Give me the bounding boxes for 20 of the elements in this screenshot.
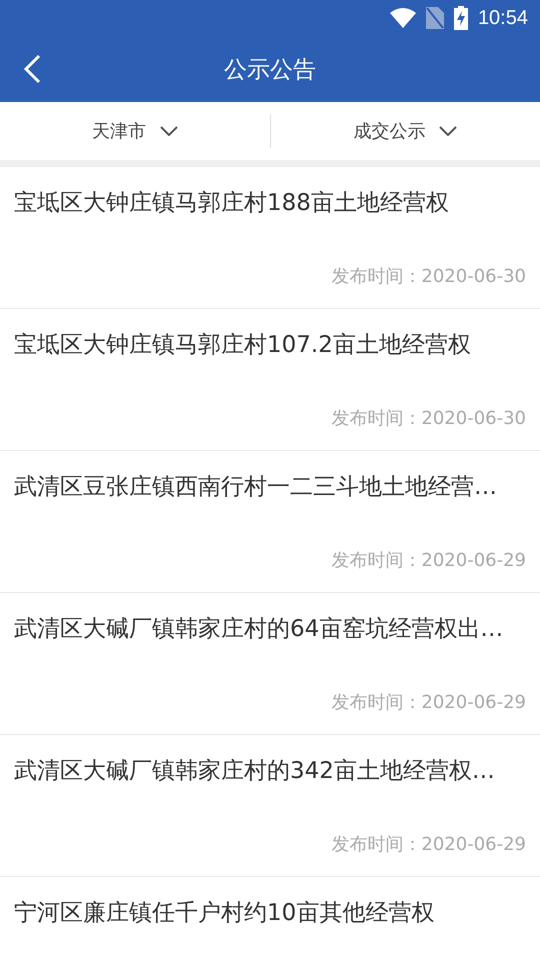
no-sim-icon [426, 7, 444, 29]
publish-date: 发布时间：2020-06-30 [331, 265, 526, 288]
notice-title[interactable]: 武清区大碱厂镇韩家庄村的64亩窑坑经营权出… [14, 613, 526, 644]
publish-date: 发布时间：2020-06-29 [331, 549, 526, 572]
publish-date: 发布时间：2020-06-29 [331, 833, 526, 856]
notice-title[interactable]: 宝坻区大钟庄镇马郭庄村107.2亩土地经营权 [14, 329, 526, 360]
notice-title[interactable]: 武清区大碱厂镇韩家庄村的342亩土地经营权… [14, 755, 526, 786]
chevron-down-icon [439, 126, 458, 136]
status-time: 10:54 [478, 6, 528, 30]
filter-dropdown[interactable]: 天津市 [0, 102, 270, 160]
page-title: 公示公告 [224, 56, 316, 84]
publish-date: 发布时间：2020-06-30 [331, 407, 526, 430]
notice-title[interactable]: 宁河区廉庄镇任千户村约10亩其他经营权 [14, 897, 526, 928]
filter-dropdown[interactable]: 成交公示 [270, 102, 540, 160]
publish-date: 发布时间：2020-06-29 [331, 691, 526, 714]
notice-title[interactable]: 武清区豆张庄镇西南行村一二三斗地土地经营… [14, 471, 526, 502]
notice-title[interactable]: 宝坻区大钟庄镇马郭庄村188亩土地经营权 [14, 187, 526, 218]
chevron-down-icon [160, 126, 178, 136]
battery-charging-icon [454, 6, 468, 30]
wifi-icon [390, 8, 416, 28]
